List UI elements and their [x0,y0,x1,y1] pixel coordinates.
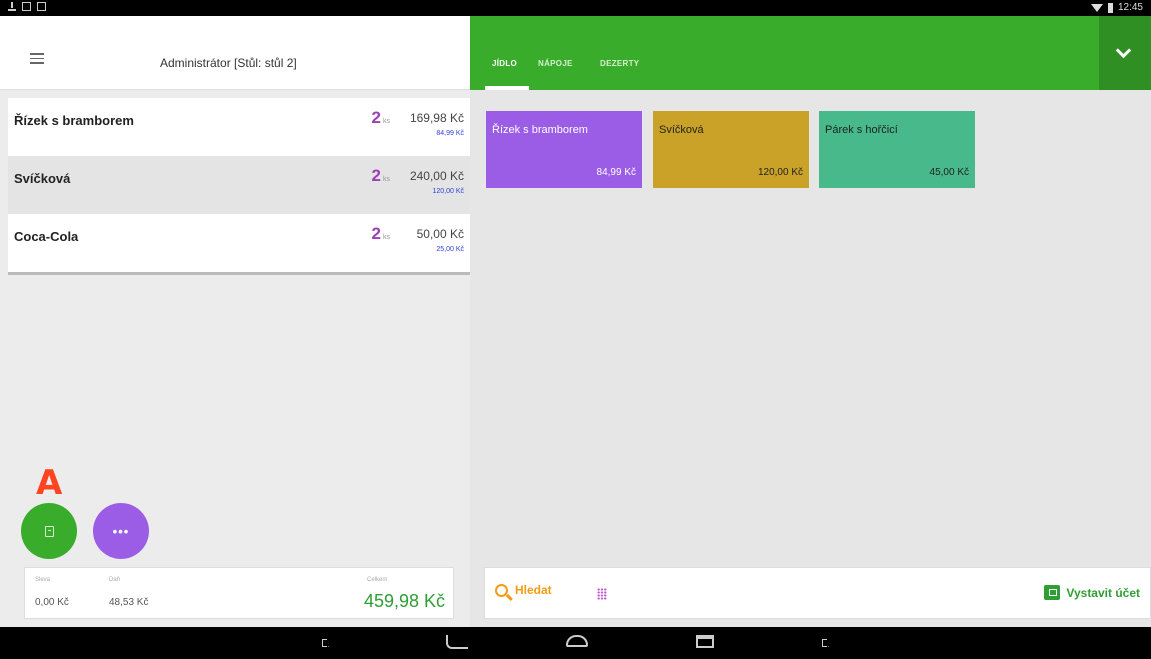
order-item-total: 169,98 Kč [409,111,464,125]
tabs-dropdown-button[interactable] [1099,16,1151,90]
order-item-unit-price: 84,99 Kč [436,130,464,137]
order-list: Řízek s bramborem 2 ks 169,98 Kč 84,99 Kč… [8,98,470,275]
home-icon[interactable] [566,635,588,647]
tab-napoje[interactable]: NÁPOJE [538,59,573,68]
document-icon [44,525,54,537]
status-time: 12:45 [1117,2,1143,13]
recent-apps-icon[interactable] [696,635,714,648]
order-row[interactable]: Řízek s bramborem 2 ks 169,98 Kč 84,99 Kč [8,98,470,156]
menu-icon[interactable] [30,53,44,64]
volume-down-icon[interactable] [322,635,336,649]
product-tile[interactable]: Párek s hořčicí 45,00 Kč [819,111,975,188]
upload-icon [8,2,16,11]
screenshot-icon [37,2,46,11]
more-options-button[interactable]: ••• [93,503,149,559]
order-item-total: 50,00 Kč [416,227,464,241]
keypad-icon[interactable] [597,588,607,600]
tab-dezerty[interactable]: DEZERTY [600,59,639,68]
active-tab-indicator [485,86,529,90]
product-tile[interactable]: Svíčková 120,00 Kč [653,111,809,188]
wifi-icon [1090,3,1103,12]
battery-icon [1107,2,1113,13]
order-row[interactable]: Coca-Cola 2 ks 50,00 Kč 25,00 Kč [8,214,470,272]
order-item-name: Svíčková [14,171,71,186]
back-icon[interactable] [446,635,468,649]
order-summary: Sleva 0,00 Kč Daň 48,53 Kč Celkem 459,98… [24,567,454,619]
product-tile[interactable]: Řízek s bramborem 84,99 Kč [486,111,642,188]
product-price: 45,00 Kč [929,167,969,178]
discount-value: 0,00 Kč [35,597,69,608]
search-icon [495,583,508,597]
product-price: 84,99 Kč [596,167,636,178]
order-header: Administrátor [Stůl: stůl 2] [0,16,470,90]
tax-value: 48,53 Kč [109,597,149,608]
send-order-button[interactable] [21,503,77,559]
tab-jidlo[interactable]: JÍDLO [492,59,517,68]
discount-label: Sleva [35,577,51,583]
order-item-unit-price: 120,00 Kč [432,188,464,195]
order-item-qty: 2 ks [371,108,390,127]
order-item-name: Coca-Cola [14,229,79,244]
product-name: Řízek s bramborem [492,124,588,136]
image-icon [22,2,31,11]
product-name: Párek s hořčicí [825,124,898,136]
divider [8,272,470,275]
product-name: Svíčková [659,124,704,136]
order-row[interactable]: Svíčková 2 ks 240,00 Kč 120,00 Kč [8,156,470,214]
menu-panel: JÍDLO NÁPOJE DEZERTY Řízek s bramborem 8… [470,16,1151,627]
chevron-down-icon [1115,42,1132,59]
search-button[interactable]: Hledat [495,583,552,597]
product-price: 120,00 Kč [757,167,803,178]
action-bar: Hledat Vystavit účet [484,567,1151,619]
total-label: Celkem [367,577,388,583]
annotation-marker: A [36,463,63,503]
total-value: 459,98 Kč [363,591,445,611]
system-nav-bar [0,627,1151,659]
order-item-name: Řízek s bramborem [14,113,134,128]
issue-invoice-label: Vystavit účet [1066,585,1140,600]
volume-up-icon[interactable] [822,635,836,649]
order-item-unit-price: 25,00 Kč [436,246,464,253]
page-title: Administrátor [Stůl: stůl 2] [160,56,297,70]
status-bar: 12:45 [0,0,1151,16]
issue-invoice-button[interactable]: Vystavit účet [1044,585,1140,600]
search-label: Hledat [515,583,552,597]
order-item-qty: 2 ks [371,224,390,243]
category-tabs: JÍDLO NÁPOJE DEZERTY [470,16,1151,90]
order-panel: Administrátor [Stůl: stůl 2] Řízek s bra… [0,16,470,627]
order-item-qty: 2 ks [371,166,390,185]
order-item-total: 240,00 Kč [409,169,464,183]
tax-label: Daň [109,577,121,583]
wallet-icon [1044,585,1061,600]
